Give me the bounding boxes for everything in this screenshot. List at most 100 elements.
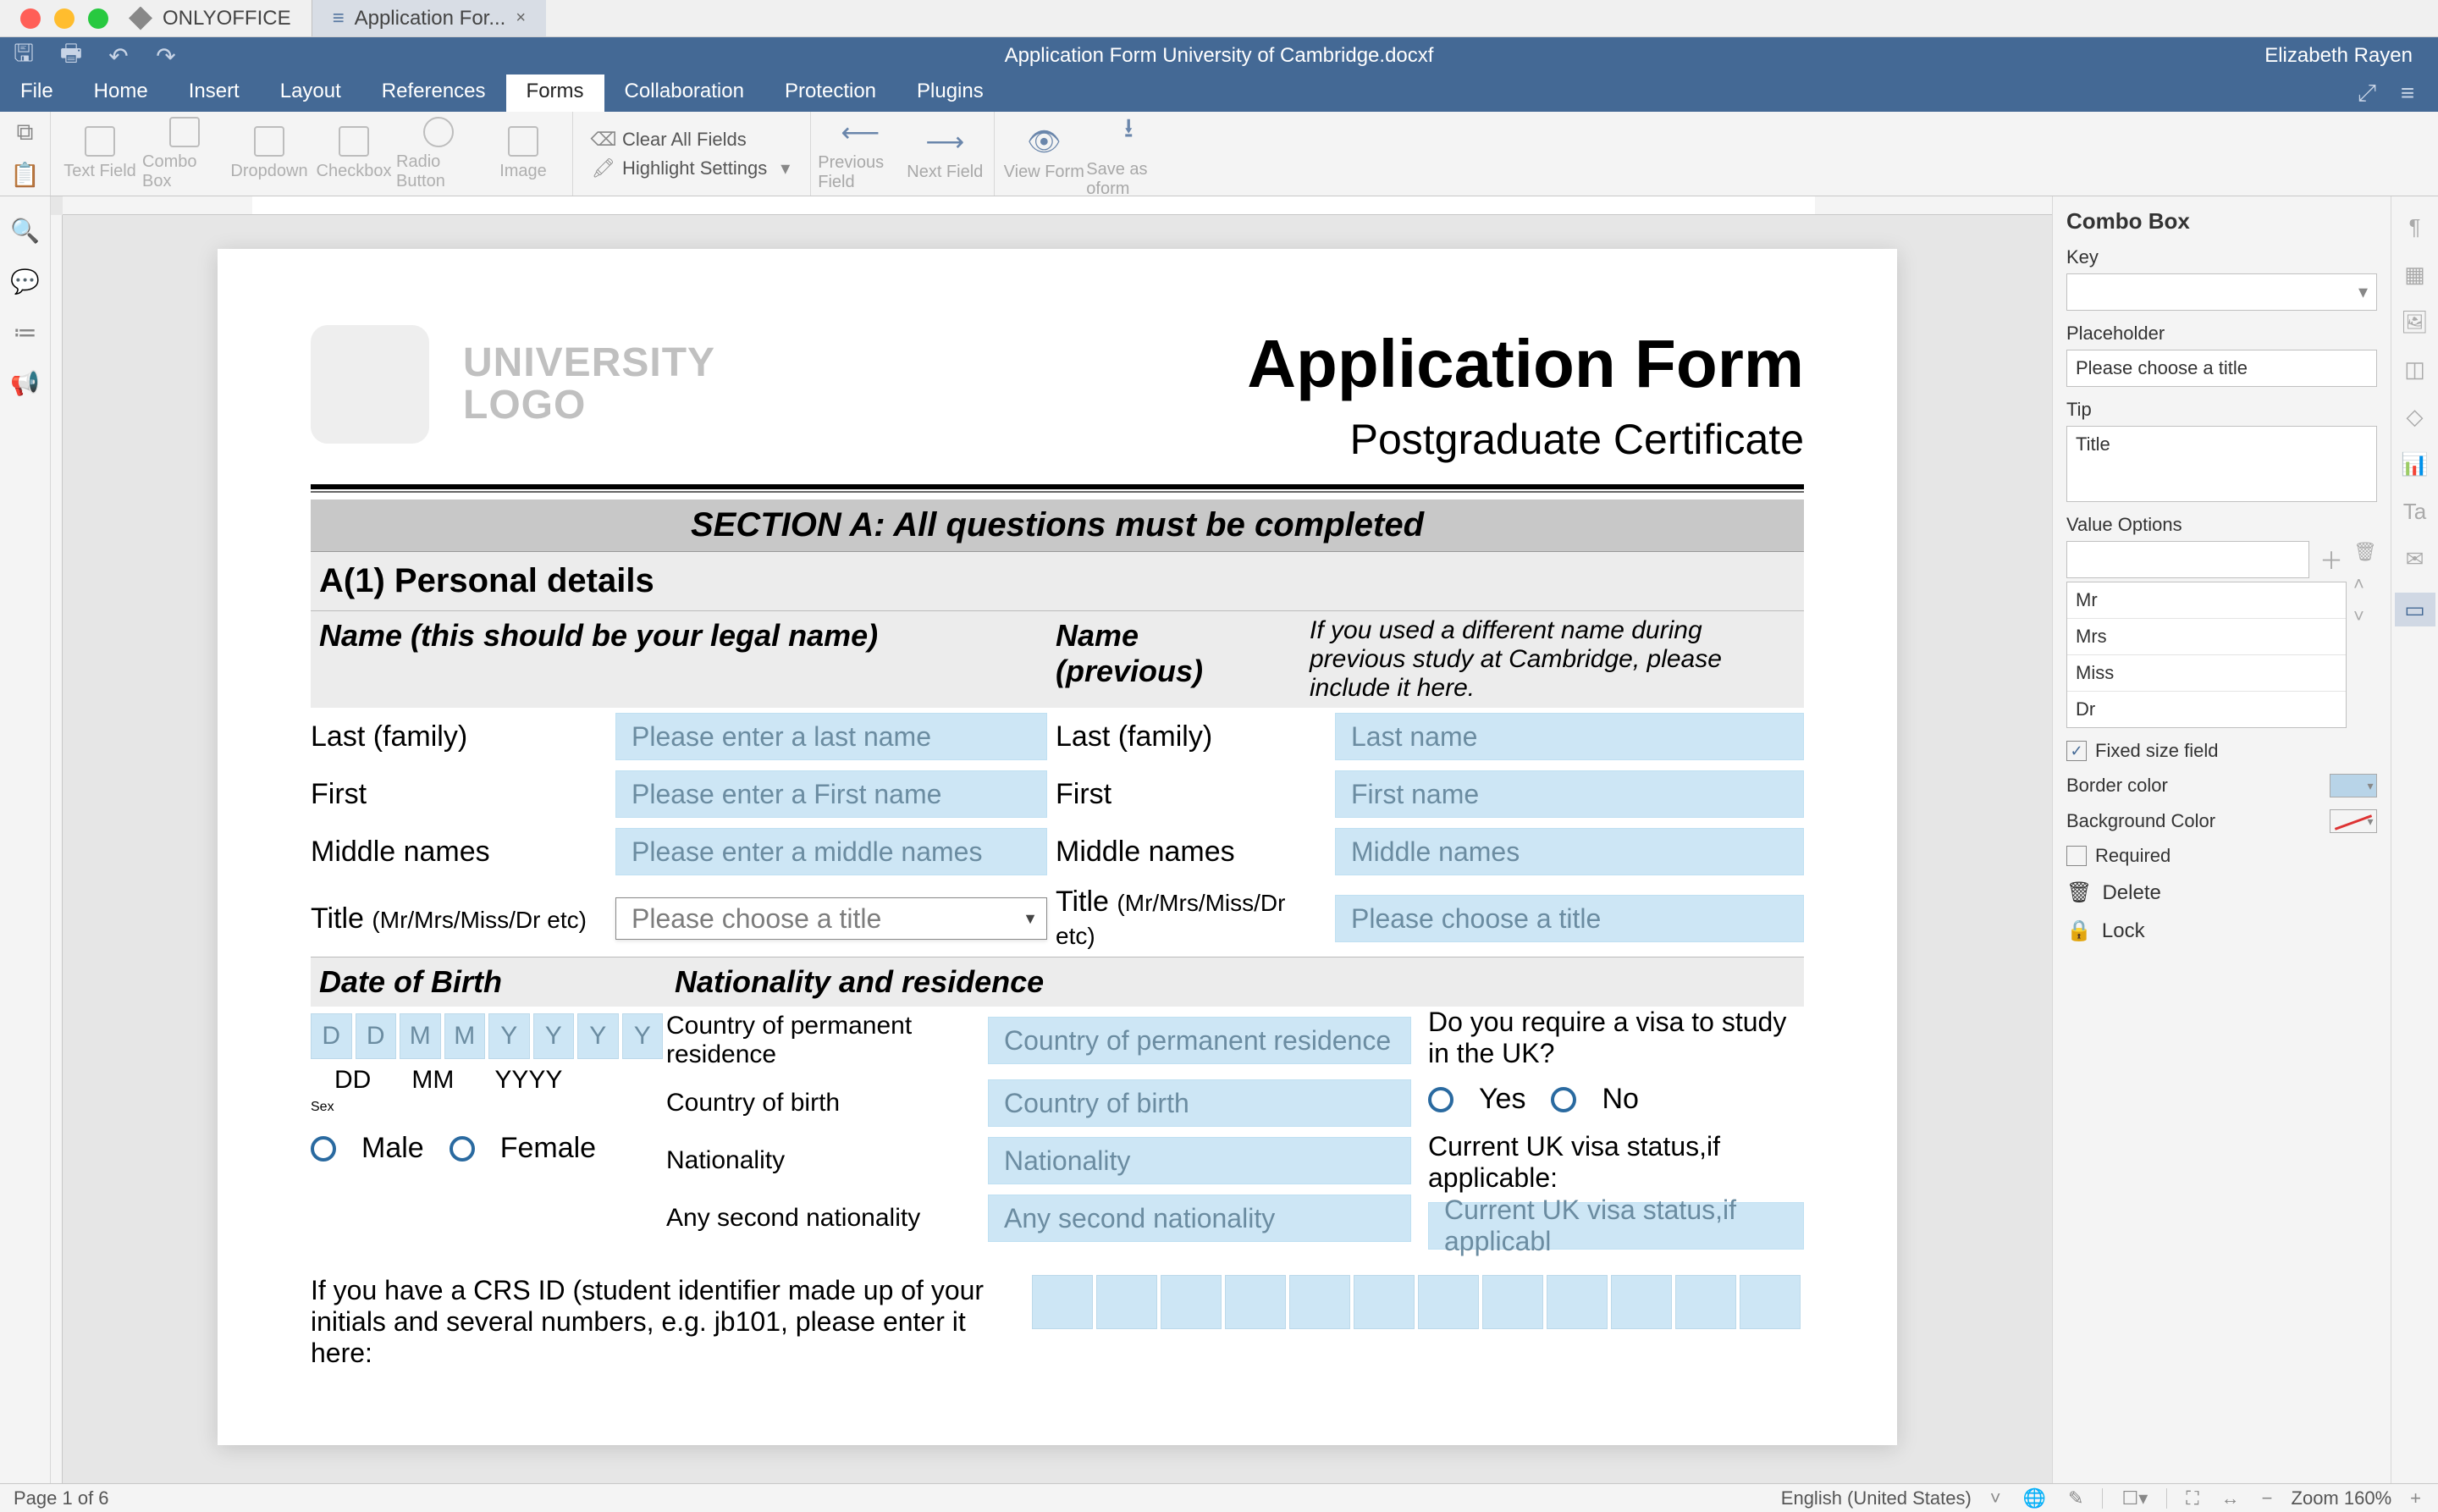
crs-box-4[interactable] [1225, 1275, 1286, 1329]
zoom-out-button[interactable]: − [2259, 1487, 2276, 1509]
input-nationality[interactable]: Nationality [988, 1137, 1411, 1184]
page-indicator[interactable]: Page 1 of 6 [14, 1487, 109, 1509]
input-first-name-prev[interactable]: First name [1335, 770, 1804, 818]
move-up-icon[interactable]: ˄ [2353, 573, 2377, 597]
input-visa-status[interactable]: Current UK visa status,if applicabl [1428, 1202, 1804, 1250]
shape-settings-icon[interactable]: ◇ [2402, 403, 2429, 430]
input-last-name-prev[interactable]: Last name [1335, 713, 1804, 760]
radio-visa-yes[interactable] [1428, 1087, 1453, 1112]
delete-option-icon[interactable]: 🗑 [2353, 541, 2377, 565]
panel-placeholder-input[interactable]: Please choose a title [2066, 350, 2377, 387]
print-button[interactable]: 🖶 [47, 37, 95, 74]
fit-page-icon[interactable]: ⛶ [2182, 1487, 2202, 1509]
panel-key-input[interactable]: ▾ [2066, 273, 2377, 311]
copy-icon[interactable]: ⧉ [0, 112, 50, 154]
input-first-name[interactable]: Please enter a First name [615, 770, 1047, 818]
radio-male[interactable] [311, 1136, 336, 1162]
horizontal-ruler[interactable] [63, 196, 2052, 215]
dob-d2[interactable]: D [356, 1013, 397, 1059]
menu-home[interactable]: Home [74, 71, 168, 112]
background-color-swatch[interactable]: ▾ [2330, 809, 2377, 833]
input-country-perm[interactable]: Country of permanent residence [988, 1017, 1411, 1064]
close-window-button[interactable] [20, 8, 41, 29]
menu-layout[interactable]: Layout [260, 71, 361, 112]
panel-add-option-input[interactable] [2066, 541, 2309, 578]
menu-collaboration[interactable]: Collaboration [604, 71, 764, 112]
menu-forms[interactable]: Forms [506, 71, 604, 112]
open-location-icon[interactable]: ⤢ [2347, 74, 2387, 112]
mail-merge-icon[interactable]: ✉ [2402, 545, 2429, 572]
delete-field-button[interactable]: 🗑Delete [2066, 880, 2377, 905]
image-button[interactable]: Image [481, 126, 565, 181]
header-footer-icon[interactable]: ◫ [2402, 356, 2429, 383]
app-tab-document[interactable]: ≡ Application For... × [312, 0, 546, 36]
dob-m2[interactable]: M [444, 1013, 486, 1059]
radio-female[interactable] [450, 1136, 475, 1162]
dob-y3[interactable]: Y [577, 1013, 619, 1059]
crs-box-2[interactable] [1096, 1275, 1157, 1329]
input-second-nationality[interactable]: Any second nationality [988, 1195, 1411, 1242]
text-field-button[interactable]: Text Field [58, 126, 142, 181]
image-settings-icon[interactable]: 🖼 [2402, 308, 2429, 335]
redo-button[interactable]: ↷ [142, 37, 190, 74]
previous-field-button[interactable]: ⟵Previous Field [818, 116, 902, 192]
checkbox-button[interactable]: Checkbox [312, 126, 396, 181]
minimize-window-button[interactable] [54, 8, 74, 29]
crs-box-10[interactable] [1611, 1275, 1672, 1329]
option-miss[interactable]: Miss [2067, 655, 2346, 692]
track-changes-icon[interactable]: ✎ [2065, 1487, 2087, 1509]
zoom-window-button[interactable] [88, 8, 108, 29]
fixed-size-checkbox[interactable]: ✓Fixed size field [2066, 740, 2377, 762]
feedback-icon[interactable]: 📢 [12, 369, 39, 396]
crs-box-11[interactable] [1675, 1275, 1736, 1329]
dob-m1[interactable]: M [400, 1013, 441, 1059]
panel-tip-input[interactable]: Title [2066, 426, 2377, 502]
chart-settings-icon[interactable]: 📊 [2402, 450, 2429, 477]
dob-y4[interactable]: Y [622, 1013, 664, 1059]
input-middle-names-prev[interactable]: Middle names [1335, 828, 1804, 875]
menu-protection[interactable]: Protection [764, 71, 896, 112]
app-tab-onlyoffice[interactable]: ONLYOFFICE [108, 0, 312, 36]
crs-box-12[interactable] [1740, 1275, 1801, 1329]
headings-icon[interactable]: ≔ [12, 318, 39, 345]
required-checkbox[interactable]: Required [2066, 845, 2377, 867]
fit-width-icon[interactable]: ↔ [2218, 1487, 2243, 1509]
table-settings-icon[interactable]: ▦ [2402, 261, 2429, 288]
paste-icon[interactable]: 📋 [0, 154, 50, 196]
combo-title-prev[interactable]: Please choose a title [1335, 895, 1804, 942]
menu-plugins[interactable]: Plugins [896, 71, 1004, 112]
form-settings-icon[interactable]: ▭ [2395, 593, 2435, 626]
crs-box-1[interactable] [1032, 1275, 1093, 1329]
dropdown-button[interactable]: Dropdown [227, 126, 312, 181]
document-canvas[interactable]: UNIVERSITY LOGO Application Form Postgra… [63, 215, 2052, 1483]
crs-box-3[interactable] [1161, 1275, 1222, 1329]
language-selector[interactable]: English (United States) [1781, 1487, 1972, 1509]
clear-all-fields-button[interactable]: ⌫Clear All Fields [593, 129, 790, 151]
dob-y2[interactable]: Y [533, 1013, 575, 1059]
combo-box-button[interactable]: Combo Box [142, 117, 227, 191]
input-last-name[interactable]: Please enter a last name [615, 713, 1047, 760]
save-as-oform-button[interactable]: ⭳Save as oform [1086, 109, 1171, 199]
next-field-button[interactable]: ⟶Next Field [902, 125, 987, 182]
crs-box-9[interactable] [1547, 1275, 1608, 1329]
view-form-button[interactable]: 👁View Form [1001, 125, 1086, 182]
move-down-icon[interactable]: ˅ [2353, 605, 2377, 629]
comments-icon[interactable]: 💬 [12, 268, 39, 295]
menu-references[interactable]: References [361, 71, 506, 112]
radio-visa-no[interactable] [1551, 1087, 1576, 1112]
zoom-level[interactable]: Zoom 160% [2292, 1487, 2392, 1509]
radio-button-button[interactable]: Radio Button [396, 117, 481, 191]
crs-box-8[interactable] [1482, 1275, 1543, 1329]
vertical-ruler[interactable] [51, 215, 63, 1483]
menu-insert[interactable]: Insert [168, 71, 260, 112]
spellcheck-icon[interactable]: 🌐 [2020, 1487, 2049, 1509]
zoom-in-button[interactable]: + [2407, 1487, 2424, 1509]
close-tab-button[interactable]: × [516, 8, 526, 28]
combo-title[interactable]: Please choose a title▼ [615, 897, 1047, 940]
option-mr[interactable]: Mr [2067, 582, 2346, 619]
paragraph-settings-icon[interactable]: ¶ [2402, 213, 2429, 240]
crs-box-5[interactable] [1289, 1275, 1350, 1329]
crs-box-7[interactable] [1418, 1275, 1479, 1329]
current-user-name[interactable]: Elizabeth Rayen [2264, 44, 2438, 68]
highlight-settings-button[interactable]: 🖍Highlight Settings▾ [593, 157, 790, 179]
